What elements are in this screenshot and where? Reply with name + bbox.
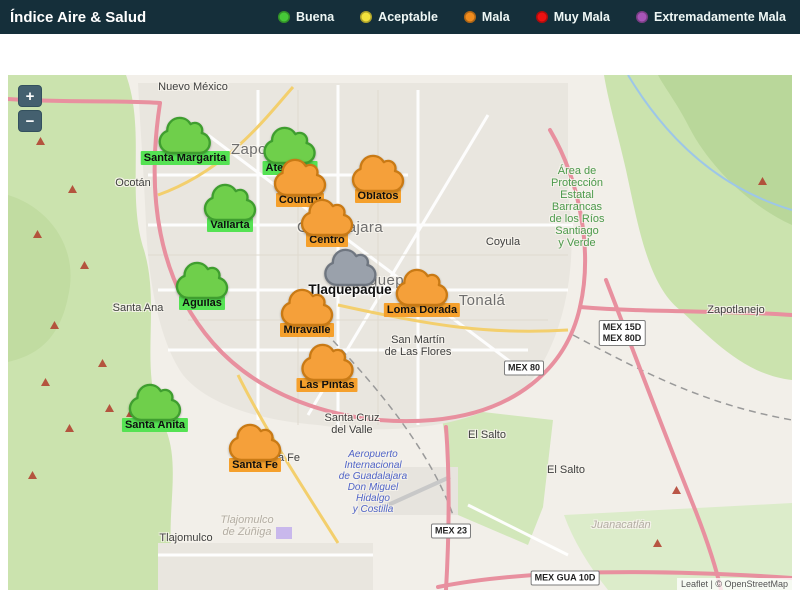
place-label-el-salto: El Salto bbox=[468, 429, 506, 441]
place-label-tonala: Tonalá bbox=[458, 292, 506, 309]
place-label-coyula: Coyula bbox=[485, 236, 521, 248]
legend-item-buena: Buena bbox=[277, 10, 335, 24]
legend-dot-icon bbox=[277, 11, 290, 23]
station-marker-oblatos[interactable]: Oblatos bbox=[351, 154, 405, 203]
cloud-icon bbox=[300, 343, 354, 382]
station-marker-centro[interactable]: Centro bbox=[300, 198, 354, 247]
cloud-icon bbox=[323, 248, 377, 287]
place-label-el-salto: El Salto bbox=[547, 464, 585, 476]
place-label-santa-ana: Santa Ana bbox=[112, 302, 164, 314]
place-label-ocotan: Ocotán bbox=[115, 177, 151, 189]
cloud-icon bbox=[351, 154, 405, 193]
app-header: Índice Aire & Salud Buena Aceptable Mala Mu… bbox=[0, 0, 800, 34]
station-marker-loma-dorada[interactable]: Loma Dorada bbox=[383, 268, 461, 317]
road-badge-mex-80: MEX 80 bbox=[503, 360, 545, 376]
place-label-nuevo-mexico: Nuevo México bbox=[158, 81, 228, 93]
legend-label: Mala bbox=[481, 10, 510, 24]
cloud-icon bbox=[395, 268, 449, 307]
page: Índice Aire & Salud Buena Aceptable Mala Mu… bbox=[0, 0, 800, 606]
map-container[interactable]: + − Nuevo MéxicoZapopanOcotánGuadalajara… bbox=[8, 75, 792, 590]
station-marker-vallarta[interactable]: Vallarta bbox=[203, 183, 257, 232]
legend-dot-icon bbox=[535, 11, 548, 23]
cloud-icon bbox=[203, 183, 257, 222]
legend-label: Buena bbox=[295, 10, 335, 24]
road-badge-mex-15d-mex-80d: MEX 15D MEX 80D bbox=[598, 320, 646, 346]
place-label-area-de: Área de Protección Estatal Barrancas de … bbox=[549, 165, 605, 249]
cloud-icon bbox=[300, 198, 354, 237]
map-attribution: Leaflet | © OpenStreetMap bbox=[676, 578, 792, 590]
legend-item-mala: Mala bbox=[463, 10, 510, 24]
station-marker-las-pintas[interactable]: Las Pintas bbox=[296, 343, 358, 392]
legend-label: Aceptable bbox=[378, 10, 438, 24]
place-label-santa-cruz: Santa Cruz del Valle bbox=[324, 412, 380, 436]
legend-dot-icon bbox=[463, 11, 476, 23]
legend-item-extremadamente-mala: Extremadamente Mala bbox=[635, 10, 786, 24]
station-marker-miravalle[interactable]: Miravalle bbox=[280, 288, 334, 337]
cloud-icon bbox=[158, 116, 212, 155]
zoom-out-button[interactable]: − bbox=[18, 110, 42, 132]
cloud-icon bbox=[128, 383, 182, 422]
legend-item-muy-mala: Muy Mala bbox=[535, 10, 610, 24]
place-label-san-martin: San Martín de Las Flores bbox=[384, 334, 452, 358]
legend-item-aceptable: Aceptable bbox=[360, 10, 438, 24]
place-label-aeropuerto: Aeropuerto Internacional de Guadalajara … bbox=[338, 449, 408, 515]
place-label-tlajomulco: Tlajomulco de Zúñiga bbox=[220, 514, 274, 538]
cloud-icon bbox=[280, 288, 334, 327]
place-label-tlajomulco: Tlajomulco bbox=[159, 532, 213, 544]
station-marker-santa-anita[interactable]: Santa Anita bbox=[121, 383, 189, 432]
station-marker-aguilas[interactable]: Aguilas bbox=[175, 261, 229, 310]
app-title: Índice Aire & Salud bbox=[10, 8, 147, 26]
place-label-zapotlanejo: Zapotlanejo bbox=[707, 304, 765, 316]
zoom-in-button[interactable]: + bbox=[18, 85, 42, 107]
legend-dot-icon bbox=[635, 11, 648, 23]
road-badge-mex-23: MEX 23 bbox=[430, 523, 472, 539]
zoom-control: + − bbox=[18, 85, 42, 132]
legend-dot-icon bbox=[360, 11, 373, 23]
air-quality-legend: Buena Aceptable Mala Muy Mala Extremadamente… bbox=[277, 10, 786, 24]
place-label-juanacatlan: Juanacatlán bbox=[591, 519, 651, 531]
cloud-icon bbox=[228, 423, 282, 462]
road-badge-mex-gua-10d: MEX GUA 10D bbox=[530, 570, 600, 586]
cloud-icon bbox=[273, 158, 327, 197]
station-marker-santa-fe[interactable]: Santa Fe bbox=[228, 423, 282, 472]
station-marker-santa-margarita[interactable]: Santa Margarita bbox=[140, 116, 230, 165]
legend-label: Extremadamente Mala bbox=[653, 10, 786, 24]
cloud-icon bbox=[175, 261, 229, 300]
legend-label: Muy Mala bbox=[553, 10, 610, 24]
